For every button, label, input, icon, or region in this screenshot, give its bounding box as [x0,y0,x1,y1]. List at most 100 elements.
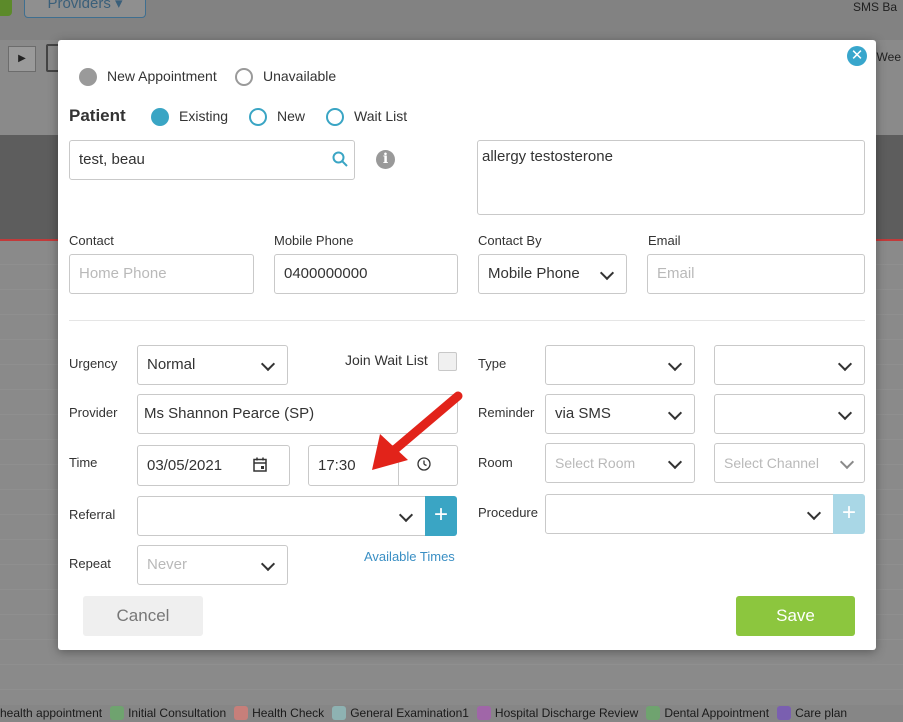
chevron-down-icon [806,505,822,521]
type-label: Type [478,356,507,371]
info-icon[interactable]: i [376,150,395,169]
repeat-label: Repeat [69,556,111,571]
new-appointment-label: New Appointment [107,68,217,84]
urgency-label: Urgency [69,356,118,371]
date-input[interactable]: 03/05/2021 [137,445,290,486]
radio-new[interactable] [249,108,267,126]
background-topbar: Providers ▾ SMS Ba [0,0,903,40]
week-view-label[interactable]: Wee [877,50,901,64]
procedure-select[interactable] [545,494,834,534]
legend-item: Care plan [777,705,847,722]
patient-search-input[interactable]: test, beau [69,140,355,180]
legend-label: Initial Consultation [128,706,227,720]
time-label: Time [69,455,98,470]
add-procedure-button[interactable]: + [833,494,865,534]
provider-value: Ms Shannon Pearce (SP) [144,405,315,422]
reminder-secondary-select[interactable] [714,394,865,434]
new-label: New [277,108,306,124]
providers-button[interactable]: Providers ▾ [24,0,146,18]
join-wait-list-label: Join Wait List [345,352,428,368]
legend-swatch [332,706,347,720]
channel-placeholder: Select Channel [724,455,819,471]
chevron-down-icon [260,556,276,572]
available-times-link[interactable]: Available Times [364,549,455,564]
legend-swatch [777,706,792,720]
reminder-select[interactable]: via SMS [545,394,695,434]
email-placeholder: Email [657,265,695,282]
legend-label: Hospital Discharge Review [494,706,639,720]
home-phone-placeholder: Home Phone [79,265,167,282]
radio-unavailable[interactable] [235,68,253,86]
reminder-value: via SMS [555,405,611,422]
wait-list-label: Wait List [354,108,408,124]
legend-label: Health Check [252,706,325,720]
contact-by-value: Mobile Phone [488,265,580,282]
chevron-down-icon [599,265,615,281]
save-button[interactable]: Save [736,596,855,636]
close-icon[interactable]: ✕ [847,46,867,66]
appointment-dialog: ✕ New Appointment Unavailable Patient Ex… [58,40,876,650]
chevron-down-icon [837,356,853,372]
repeat-select[interactable]: Never [137,545,288,585]
mobile-phone-input[interactable]: 0400000000 [274,254,458,294]
patient-heading: Patient [69,106,126,125]
chevron-down-icon [837,405,853,421]
patient-notes-textarea[interactable]: allergy testosterone [477,140,865,215]
referral-label: Referral [69,507,116,522]
patient-search-value: test, beau [79,151,145,168]
referral-select[interactable] [137,496,426,536]
chevron-down-icon [667,356,683,372]
search-icon[interactable] [332,151,348,167]
legend-label: General Examination1 [350,706,469,720]
radio-new-appointment[interactable] [79,68,97,86]
sms-balance-label: SMS Ba [852,0,897,14]
procedure-label: Procedure [478,505,538,520]
reminder-label: Reminder [478,405,535,420]
legend-label: Dental Appointment [664,706,770,720]
legend-item: Initial Consultation [110,705,226,722]
legend-item: health appointment [0,705,102,722]
contact-by-select[interactable]: Mobile Phone [478,254,627,294]
mobile-phone-value: 0400000000 [284,265,368,282]
chevron-down-icon [839,454,855,470]
cancel-button[interactable]: Cancel [83,596,203,636]
add-referral-button[interactable]: + [425,496,457,536]
type-secondary-select[interactable] [714,345,865,385]
email-label: Email [648,233,681,248]
next-arrow-icon[interactable]: ▶ [8,46,36,72]
existing-label: Existing [179,108,229,124]
channel-select[interactable]: Select Channel [714,443,865,483]
room-placeholder: Select Room [555,455,636,471]
section-divider [69,320,865,321]
urgency-value: Normal [147,356,196,373]
patient-notes-value: allergy testosterone [482,148,613,165]
chevron-down-icon [398,507,414,523]
date-value: 03/05/2021 [147,457,223,474]
background-green-button [0,0,12,16]
time-value: 17:30 [318,457,356,474]
appointment-type-legend: health appointment Initial Consultation He… [0,705,903,722]
annotation-arrow-icon [372,391,463,470]
room-select[interactable]: Select Room [545,443,695,483]
legend-swatch [476,706,491,720]
legend-item: Hospital Discharge Review [476,705,639,722]
contact-by-label: Contact By [478,233,542,248]
radio-existing[interactable] [151,108,169,126]
legend-label: health appointment [0,706,103,720]
unavailable-label: Unavailable [263,68,337,84]
legend-swatch [234,706,249,720]
radio-wait-list[interactable] [326,108,344,126]
chevron-down-icon [667,405,683,421]
legend-swatch [646,706,661,720]
chevron-down-icon [667,454,683,470]
contact-label: Contact [69,233,114,248]
home-phone-input[interactable]: Home Phone [69,254,254,294]
calendar-icon[interactable] [253,457,267,472]
type-select[interactable] [545,345,695,385]
join-wait-list-checkbox[interactable] [438,352,457,371]
urgency-select[interactable]: Normal [137,345,288,385]
email-input[interactable]: Email [647,254,865,294]
provider-label: Provider [69,405,118,420]
legend-item: Health Check [234,705,324,722]
providers-button-label: Providers [47,0,111,12]
